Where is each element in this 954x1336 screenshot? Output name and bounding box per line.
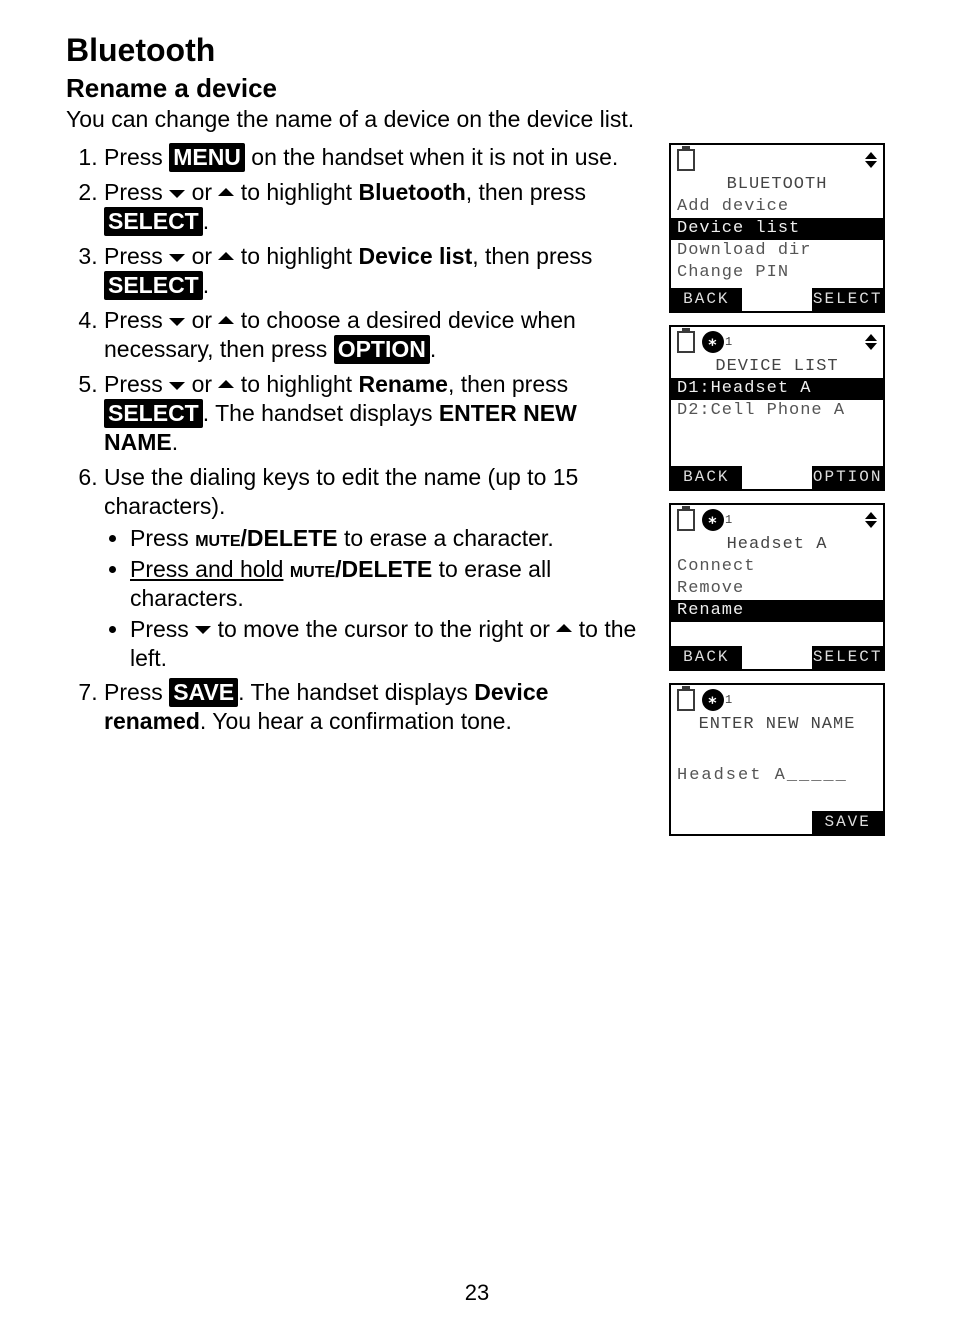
lcd-line: Download dir — [671, 240, 883, 262]
lcd-screen-enter-name: ∗1 ENTER NEW NAME Headset A_____ SAVE — [669, 683, 885, 836]
updown-icon — [865, 152, 877, 168]
lcd-line-selected: Rename — [671, 600, 883, 622]
lcd-title: BLUETOOTH — [671, 175, 883, 196]
battery-icon — [677, 689, 695, 711]
softkey-select: SELECT — [812, 646, 883, 669]
chevron-up-icon — [218, 382, 234, 390]
lcd-title: Headset A — [671, 535, 883, 556]
chevron-up-icon — [218, 190, 234, 198]
step-2: Press or to highlight Bluetooth, then pr… — [104, 178, 649, 236]
step-7: Press SAVE. The handset displays Device … — [104, 678, 649, 736]
lcd-column: BLUETOOTH Add device Device list Downloa… — [669, 143, 894, 836]
lcd-line: Add device — [671, 196, 883, 218]
step-3: Press or to highlight Device list, then … — [104, 242, 649, 300]
intro-text: You can change the name of a device on t… — [66, 106, 894, 133]
softkey-option: OPTION — [812, 466, 883, 489]
chevron-up-icon — [218, 318, 234, 326]
chevron-down-icon — [169, 254, 185, 262]
softkey-save: SAVE — [812, 811, 883, 834]
step-6-sub2: Press and hold mute/DELETE to erase all … — [130, 555, 649, 613]
lcd-line-selected: D1:Headset A — [671, 378, 883, 400]
save-key: SAVE — [169, 678, 238, 707]
option-key: OPTION — [334, 335, 430, 364]
step-6: Use the dialing keys to edit the name (u… — [104, 463, 649, 673]
lcd-title: DEVICE LIST — [671, 357, 883, 378]
battery-icon — [677, 149, 695, 171]
page-subtitle: Rename a device — [66, 73, 894, 104]
chevron-down-icon — [195, 626, 211, 634]
updown-icon — [865, 334, 877, 350]
updown-icon — [865, 512, 877, 528]
battery-icon — [677, 331, 695, 353]
select-key: SELECT — [104, 207, 203, 236]
lcd-line: Connect — [671, 556, 883, 578]
step-6-sub3: Press to move the cursor to the right or… — [130, 615, 649, 673]
page-title: Bluetooth — [66, 32, 894, 69]
chevron-down-icon — [169, 190, 185, 198]
softkey-back: BACK — [671, 466, 742, 489]
chevron-up-icon — [556, 626, 572, 634]
softkey-back: BACK — [671, 288, 742, 311]
lcd-line: Remove — [671, 578, 883, 600]
instructions-column: Press MENU on the handset when it is not… — [66, 143, 649, 742]
chevron-down-icon — [169, 318, 185, 326]
step-4: Press or to choose a desired device when… — [104, 306, 649, 364]
step-6-sub1: Press mute/DELETE to erase a character. — [130, 524, 649, 553]
softkey-empty — [671, 811, 742, 834]
lcd-line: Change PIN — [671, 262, 883, 284]
lcd-screen-device-options: ∗1 Headset A Connect Remove Rename BACK … — [669, 503, 885, 671]
lcd-title: ENTER NEW NAME — [671, 715, 883, 736]
lcd-screen-device-list: ∗1 DEVICE LIST D1:Headset A D2:Cell Phon… — [669, 325, 885, 491]
lcd-line: D2:Cell Phone A — [671, 400, 883, 422]
menu-key: MENU — [169, 143, 245, 172]
lcd-input-value: Headset A_____ — [671, 766, 883, 785]
step-5: Press or to highlight Rename, then press… — [104, 370, 649, 457]
bluetooth-icon: ∗1 — [702, 689, 733, 711]
lcd-line-selected: Device list — [671, 218, 883, 240]
softkey-back: BACK — [671, 646, 742, 669]
battery-icon — [677, 509, 695, 531]
chevron-up-icon — [218, 254, 234, 262]
bluetooth-icon: ∗1 — [702, 331, 733, 353]
step-1: Press MENU on the handset when it is not… — [104, 143, 649, 172]
bluetooth-icon: ∗1 — [702, 509, 733, 531]
select-key: SELECT — [104, 271, 203, 300]
chevron-down-icon — [169, 382, 185, 390]
select-key: SELECT — [104, 399, 203, 428]
softkey-select: SELECT — [812, 288, 883, 311]
page-number: 23 — [0, 1280, 954, 1306]
lcd-screen-bluetooth-menu: BLUETOOTH Add device Device list Downloa… — [669, 143, 885, 313]
